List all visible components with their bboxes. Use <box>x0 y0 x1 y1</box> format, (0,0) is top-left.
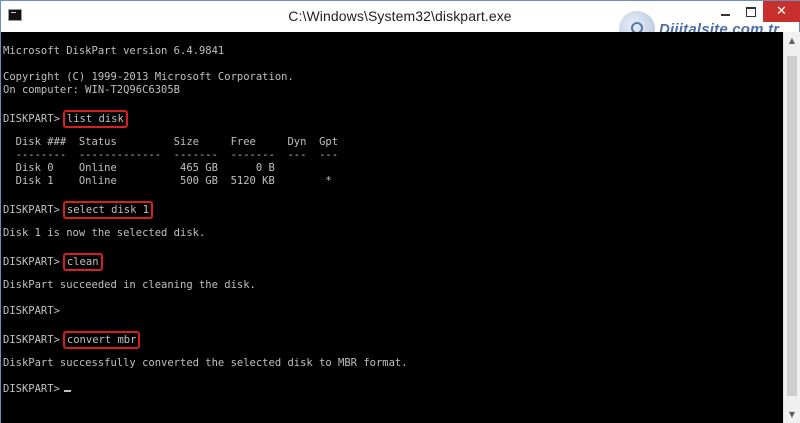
console-line: Copyright (C) 1999-2013 Microsoft Corpor… <box>3 71 294 83</box>
console-line: Microsoft DiskPart version 6.4.9841 <box>3 45 225 57</box>
command-line: DISKPART> convert mbr <box>3 331 141 349</box>
prompt: DISKPART> <box>3 305 60 317</box>
input-line[interactable]: DISKPART> <box>3 383 71 396</box>
minimize-icon <box>720 13 730 16</box>
console-line: Disk 1 is now the selected disk. <box>3 227 206 239</box>
command-line: DISKPART> list disk <box>3 110 128 128</box>
console-line: DiskPart successfully converted the sele… <box>3 357 408 369</box>
minimize-button[interactable] <box>712 1 738 22</box>
prompt: DISKPART> <box>3 383 60 395</box>
maximize-icon <box>745 6 756 17</box>
table-separator: -------- ------------- ------- ------- -… <box>3 149 339 161</box>
prompt: DISKPART> <box>3 204 60 216</box>
vertical-scrollbar[interactable]: ▲ ▼ <box>783 32 800 423</box>
scrollbar-thumb[interactable] <box>787 56 797 396</box>
highlighted-command: convert mbr <box>62 331 141 349</box>
prompt: DISKPART> <box>3 113 60 125</box>
console-output[interactable]: Microsoft DiskPart version 6.4.9841 Copy… <box>1 32 783 423</box>
table-header: Disk ### Status Size Free Dyn Gpt <box>3 136 339 148</box>
highlighted-command: list disk <box>62 110 128 128</box>
console-line: On computer: WIN-T2Q96C6305B <box>3 84 181 96</box>
highlighted-command: select disk 1 <box>62 201 154 219</box>
table-row: Disk 0 Online 465 GB 0 B <box>3 162 275 174</box>
command-line: DISKPART> clean <box>3 253 103 271</box>
console-window: C:\Windows\System32\diskpart.exe ✕ Dijit… <box>0 0 800 423</box>
close-button[interactable]: ✕ <box>763 1 800 22</box>
highlighted-command: clean <box>62 253 103 271</box>
scroll-up-arrow-icon[interactable]: ▲ <box>784 32 800 49</box>
console-line: DiskPart succeeded in cleaning the disk. <box>3 279 256 291</box>
close-icon: ✕ <box>776 4 787 19</box>
prompt: DISKPART> <box>3 256 60 268</box>
window-title: C:\Windows\System32\diskpart.exe <box>288 8 512 24</box>
maximize-button[interactable] <box>738 1 763 22</box>
title-bar[interactable]: C:\Windows\System32\diskpart.exe ✕ <box>1 1 800 32</box>
prompt: DISKPART> <box>3 334 60 346</box>
scroll-down-arrow-icon[interactable]: ▼ <box>784 406 800 423</box>
text-cursor <box>63 390 71 392</box>
table-row: Disk 1 Online 500 GB 5120 KB * <box>3 175 332 187</box>
command-line: DISKPART> select disk 1 <box>3 201 154 219</box>
